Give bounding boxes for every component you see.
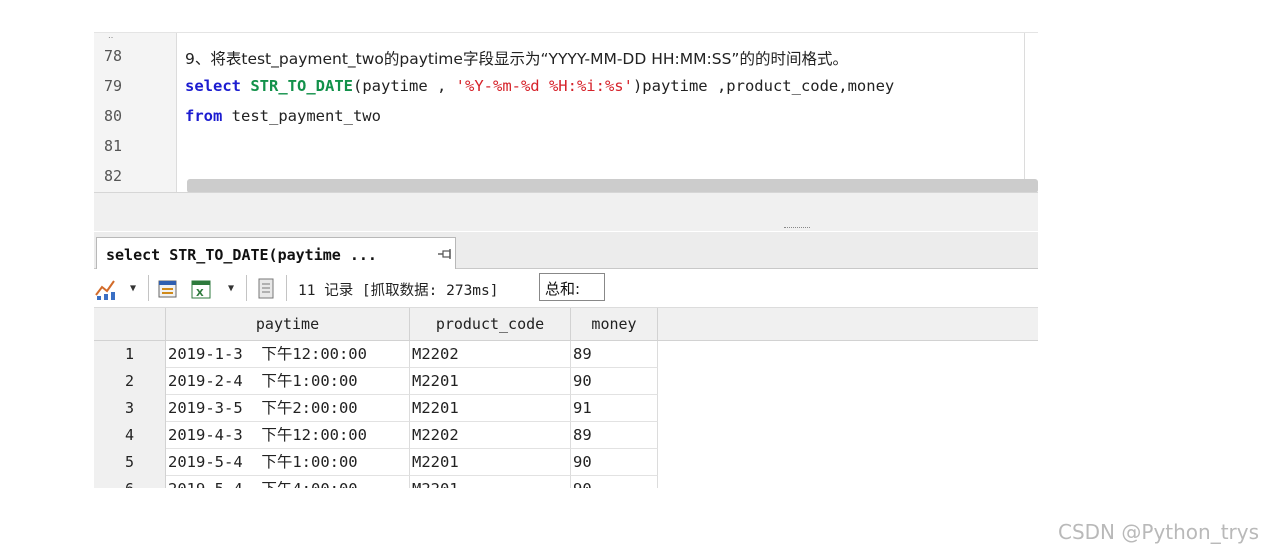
row-number[interactable]: 1	[94, 341, 166, 368]
cell-paytime[interactable]: 2019-5-4 下午4:00:00	[166, 476, 410, 488]
chart-tool-icon[interactable]	[94, 269, 118, 307]
cell-product-code[interactable]: M2202	[410, 341, 571, 368]
sum-label: 总和:	[545, 280, 581, 298]
code-line-comment[interactable]: 9、将表test_payment_two的paytime字段显示为“YYYY-M…	[185, 47, 848, 69]
cell-product-code[interactable]: M2201	[410, 368, 571, 395]
line-number: 79	[104, 77, 123, 95]
code-columns: )paytime ,product_code,money	[632, 77, 895, 95]
result-tab[interactable]: select STR_TO_DATE(paytime ...	[96, 237, 456, 269]
splitter-grip-icon[interactable]	[784, 227, 810, 231]
table-name: test_payment_two	[222, 107, 381, 125]
format-string: '%Y-%m-%d %H:%i:%s'	[455, 77, 633, 95]
line-number: 82	[104, 167, 123, 185]
cell-paytime[interactable]: 2019-2-4 下午1:00:00	[166, 368, 410, 395]
sum-field: 总和:	[539, 273, 605, 301]
chevron-down-icon[interactable]: ▼	[228, 283, 234, 294]
column-header-money[interactable]: money	[571, 308, 658, 340]
pin-icon[interactable]	[437, 248, 453, 262]
row-number[interactable]: 4	[94, 422, 166, 449]
cell-paytime[interactable]: 2019-4-3 下午12:00:00	[166, 422, 410, 449]
grid-header: paytime product_code money	[94, 308, 1038, 341]
cell-paytime[interactable]: 2019-3-5 下午2:00:00	[166, 395, 410, 422]
cell-product-code[interactable]: M2201	[410, 476, 571, 488]
excel-icon[interactable]: X	[190, 269, 212, 307]
row-number[interactable]: 3	[94, 395, 166, 422]
result-tab-title: select STR_TO_DATE(paytime ...	[106, 246, 377, 264]
sql-editor[interactable]: ‥ 78 79 80 81 82 9、将表test_payment_two的pa…	[94, 32, 1038, 193]
export-icon[interactable]	[157, 269, 179, 307]
column-header-product-code[interactable]: product_code	[410, 308, 571, 340]
row-number[interactable]: 2	[94, 368, 166, 395]
code-args: (paytime ,	[353, 77, 456, 95]
cell-money[interactable]: 89	[571, 422, 658, 449]
toolbar-separator	[148, 275, 149, 301]
table-row[interactable]: 3 2019-3-5 下午2:00:00 M2201 91	[94, 395, 1038, 422]
result-tab-strip: select STR_TO_DATE(paytime ...	[94, 232, 1038, 269]
cell-product-code[interactable]: M2201	[410, 395, 571, 422]
code-line-select[interactable]: select STR_TO_DATE(paytime , '%Y-%m-%d %…	[185, 77, 894, 95]
cell-product-code[interactable]: M2201	[410, 449, 571, 476]
result-toolbar: ▼ X ▼ 11 记录 [抓取数据: 273ms] 总和:	[94, 269, 1038, 308]
function-str-to-date: STR_TO_DATE	[250, 77, 353, 95]
line-77-stub: ‥	[108, 32, 114, 40]
result-grid[interactable]: paytime product_code money 1 2019-1-3 下午…	[94, 308, 1038, 488]
code-line-from[interactable]: from test_payment_two	[185, 107, 381, 125]
table-row[interactable]: 4 2019-4-3 下午12:00:00 M2202 89	[94, 422, 1038, 449]
cell-paytime[interactable]: 2019-1-3 下午12:00:00	[166, 341, 410, 368]
chevron-down-icon[interactable]: ▼	[130, 283, 136, 294]
horizontal-scrollbar[interactable]	[187, 179, 1038, 193]
line-number: 81	[104, 137, 123, 155]
table-row[interactable]: 1 2019-1-3 下午12:00:00 M2202 89	[94, 341, 1038, 368]
cell-money[interactable]: 90	[571, 476, 658, 488]
cell-money[interactable]: 90	[571, 368, 658, 395]
document-icon[interactable]	[255, 269, 277, 307]
editor-right-edge	[1024, 33, 1025, 181]
line-number: 78	[104, 47, 123, 65]
column-header-paytime[interactable]: paytime	[166, 308, 410, 340]
pane-splitter[interactable]	[94, 192, 1038, 231]
cell-money[interactable]: 89	[571, 341, 658, 368]
toolbar-separator	[246, 275, 247, 301]
record-count-status: 11 记录 [抓取数据: 273ms]	[298, 283, 499, 299]
table-row[interactable]: 5 2019-5-4 下午1:00:00 M2201 90	[94, 449, 1038, 476]
keyword-select: select	[185, 77, 241, 95]
row-number-header	[94, 308, 166, 340]
watermark: CSDN @Python_trys	[1058, 520, 1260, 544]
cell-paytime[interactable]: 2019-5-4 下午1:00:00	[166, 449, 410, 476]
cell-money[interactable]: 91	[571, 395, 658, 422]
cell-product-code[interactable]: M2202	[410, 422, 571, 449]
cell-money[interactable]: 90	[571, 449, 658, 476]
row-number[interactable]: 5	[94, 449, 166, 476]
table-row[interactable]: 6 2019-5-4 下午4:00:00 M2201 90	[94, 476, 1038, 488]
keyword-from: from	[185, 107, 223, 125]
table-row[interactable]: 2 2019-2-4 下午1:00:00 M2201 90	[94, 368, 1038, 395]
row-number[interactable]: 6	[94, 476, 166, 488]
svg-text:X: X	[196, 288, 204, 299]
toolbar-separator	[286, 275, 287, 301]
line-number: 80	[104, 107, 123, 125]
